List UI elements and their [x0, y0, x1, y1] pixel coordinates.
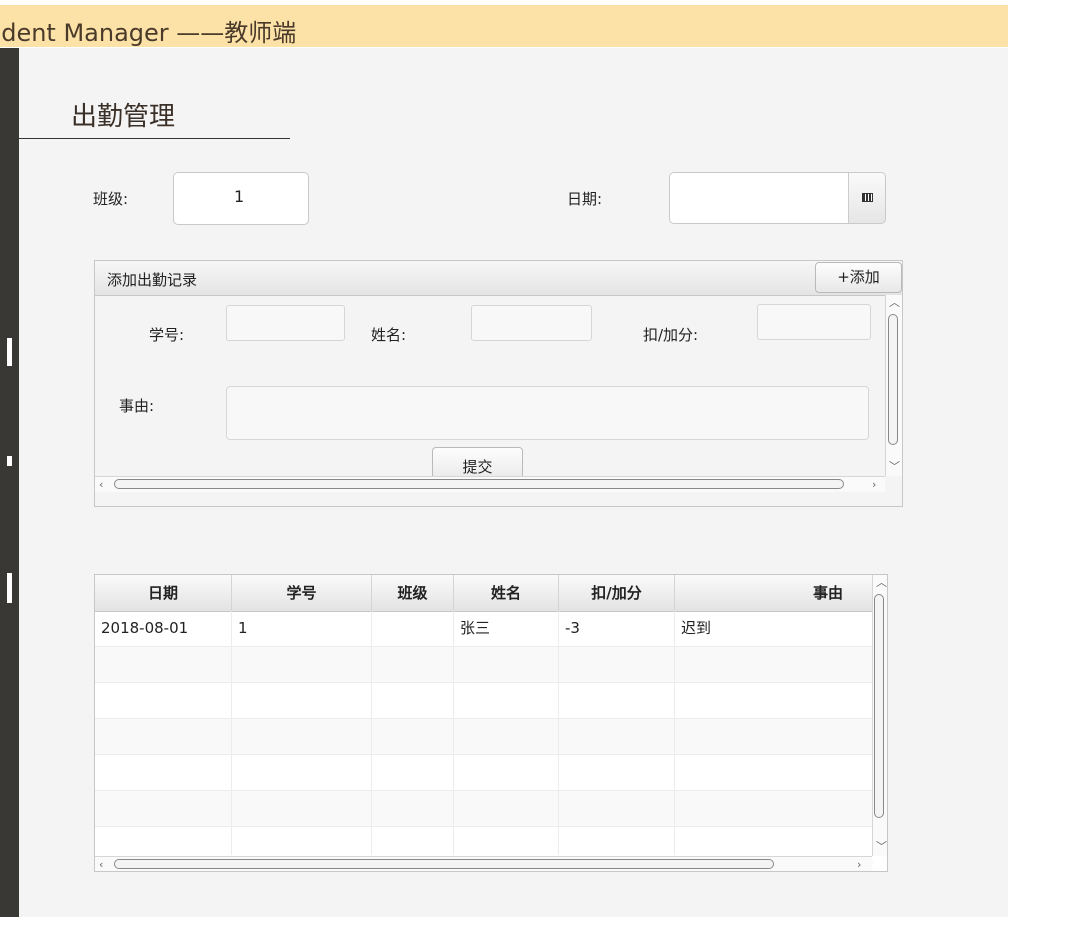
scroll-up-icon[interactable]: ︿: [889, 297, 900, 308]
calendar-icon: [862, 193, 873, 202]
attendance-table: 日期 学号 班级 姓名 扣/加分 事由 2018-08-01 1 张三 -3 迟…: [94, 574, 888, 872]
sidebar: [0, 48, 19, 917]
scroll-left-icon[interactable]: ‹: [99, 859, 103, 870]
date-label: 日期:: [567, 190, 603, 208]
table-row-empty: [95, 719, 873, 755]
column-header-name[interactable]: 姓名: [454, 575, 559, 611]
table-horizontal-scrollbar[interactable]: ‹ ›: [95, 856, 872, 871]
submit-button-clip: 提交: [432, 447, 523, 477]
table-header: 日期 学号 班级 姓名 扣/加分 事由: [95, 575, 873, 612]
cell-class: [372, 611, 454, 647]
add-button[interactable]: +添加: [815, 262, 902, 293]
column-header-student-id[interactable]: 学号: [232, 575, 372, 611]
scroll-thumb[interactable]: [114, 859, 774, 869]
main-content: 出勤管理 班级: 1 日期: 添加出勤记录 +添加 学号: 姓名: 扣/加分: …: [19, 48, 1008, 917]
scroll-up-icon[interactable]: ︿: [876, 577, 887, 588]
cell-date: 2018-08-01: [95, 611, 232, 647]
scroll-right-icon[interactable]: ›: [857, 859, 861, 870]
panel-title: 添加出勤记录: [107, 271, 198, 289]
table-row-empty: [95, 791, 873, 827]
cell-reason: 迟到: [681, 619, 712, 637]
scroll-down-icon[interactable]: ﹀: [889, 461, 900, 472]
cell-points: -3: [559, 611, 675, 647]
panel-vertical-scrollbar[interactable]: ︿ ﹀: [885, 295, 902, 476]
table-row-empty: [95, 647, 873, 683]
page-title: 出勤管理: [71, 102, 176, 132]
student-id-label: 学号:: [149, 326, 185, 344]
sidebar-glyph: [7, 573, 12, 603]
table-row-empty: [95, 683, 873, 719]
student-id-input[interactable]: [226, 305, 345, 341]
table-vertical-scrollbar[interactable]: ︿ ﹀: [872, 575, 887, 856]
column-header-reason[interactable]: 事由: [675, 575, 873, 611]
window-title: udent Manager ——教师端: [0, 19, 297, 47]
title-divider: [19, 138, 290, 139]
class-input[interactable]: 1: [173, 172, 309, 225]
panel-horizontal-scrollbar[interactable]: ‹ ›: [95, 476, 885, 492]
add-attendance-panel: 添加出勤记录 +添加 学号: 姓名: 扣/加分: 事由: 提交 ︿ ﹀ ‹ ›: [94, 260, 903, 507]
scroll-thumb[interactable]: [874, 594, 884, 818]
column-header-points[interactable]: 扣/加分: [559, 575, 675, 611]
cell-student-id: 1: [232, 611, 372, 647]
window-title-bar: udent Manager ——教师端: [0, 5, 1008, 47]
points-input[interactable]: [757, 304, 871, 340]
scroll-thumb[interactable]: [888, 314, 898, 445]
submit-button[interactable]: 提交: [432, 447, 523, 477]
reason-label: 事由:: [119, 397, 155, 415]
scroll-down-icon[interactable]: ﹀: [876, 841, 887, 852]
sidebar-glyph: [7, 338, 12, 366]
scroll-right-icon[interactable]: ›: [872, 479, 876, 490]
date-input[interactable]: [669, 172, 849, 224]
sidebar-glyph: [7, 456, 12, 466]
table-row-empty: [95, 755, 873, 791]
table-row[interactable]: 2018-08-01 1 张三 -3 迟到: [95, 611, 873, 647]
class-label: 班级:: [93, 190, 129, 208]
panel-header: 添加出勤记录 +添加: [95, 261, 902, 296]
class-value: 1: [234, 187, 245, 206]
scroll-left-icon[interactable]: ‹: [99, 479, 103, 490]
reason-input[interactable]: [226, 386, 869, 440]
column-header-class[interactable]: 班级: [372, 575, 454, 611]
scroll-thumb[interactable]: [114, 479, 844, 489]
name-label: 姓名:: [371, 326, 407, 344]
column-header-date[interactable]: 日期: [95, 575, 232, 611]
points-label: 扣/加分:: [643, 326, 699, 344]
calendar-button[interactable]: [848, 172, 886, 224]
name-input[interactable]: [471, 305, 592, 341]
cell-name: 张三: [454, 611, 559, 647]
